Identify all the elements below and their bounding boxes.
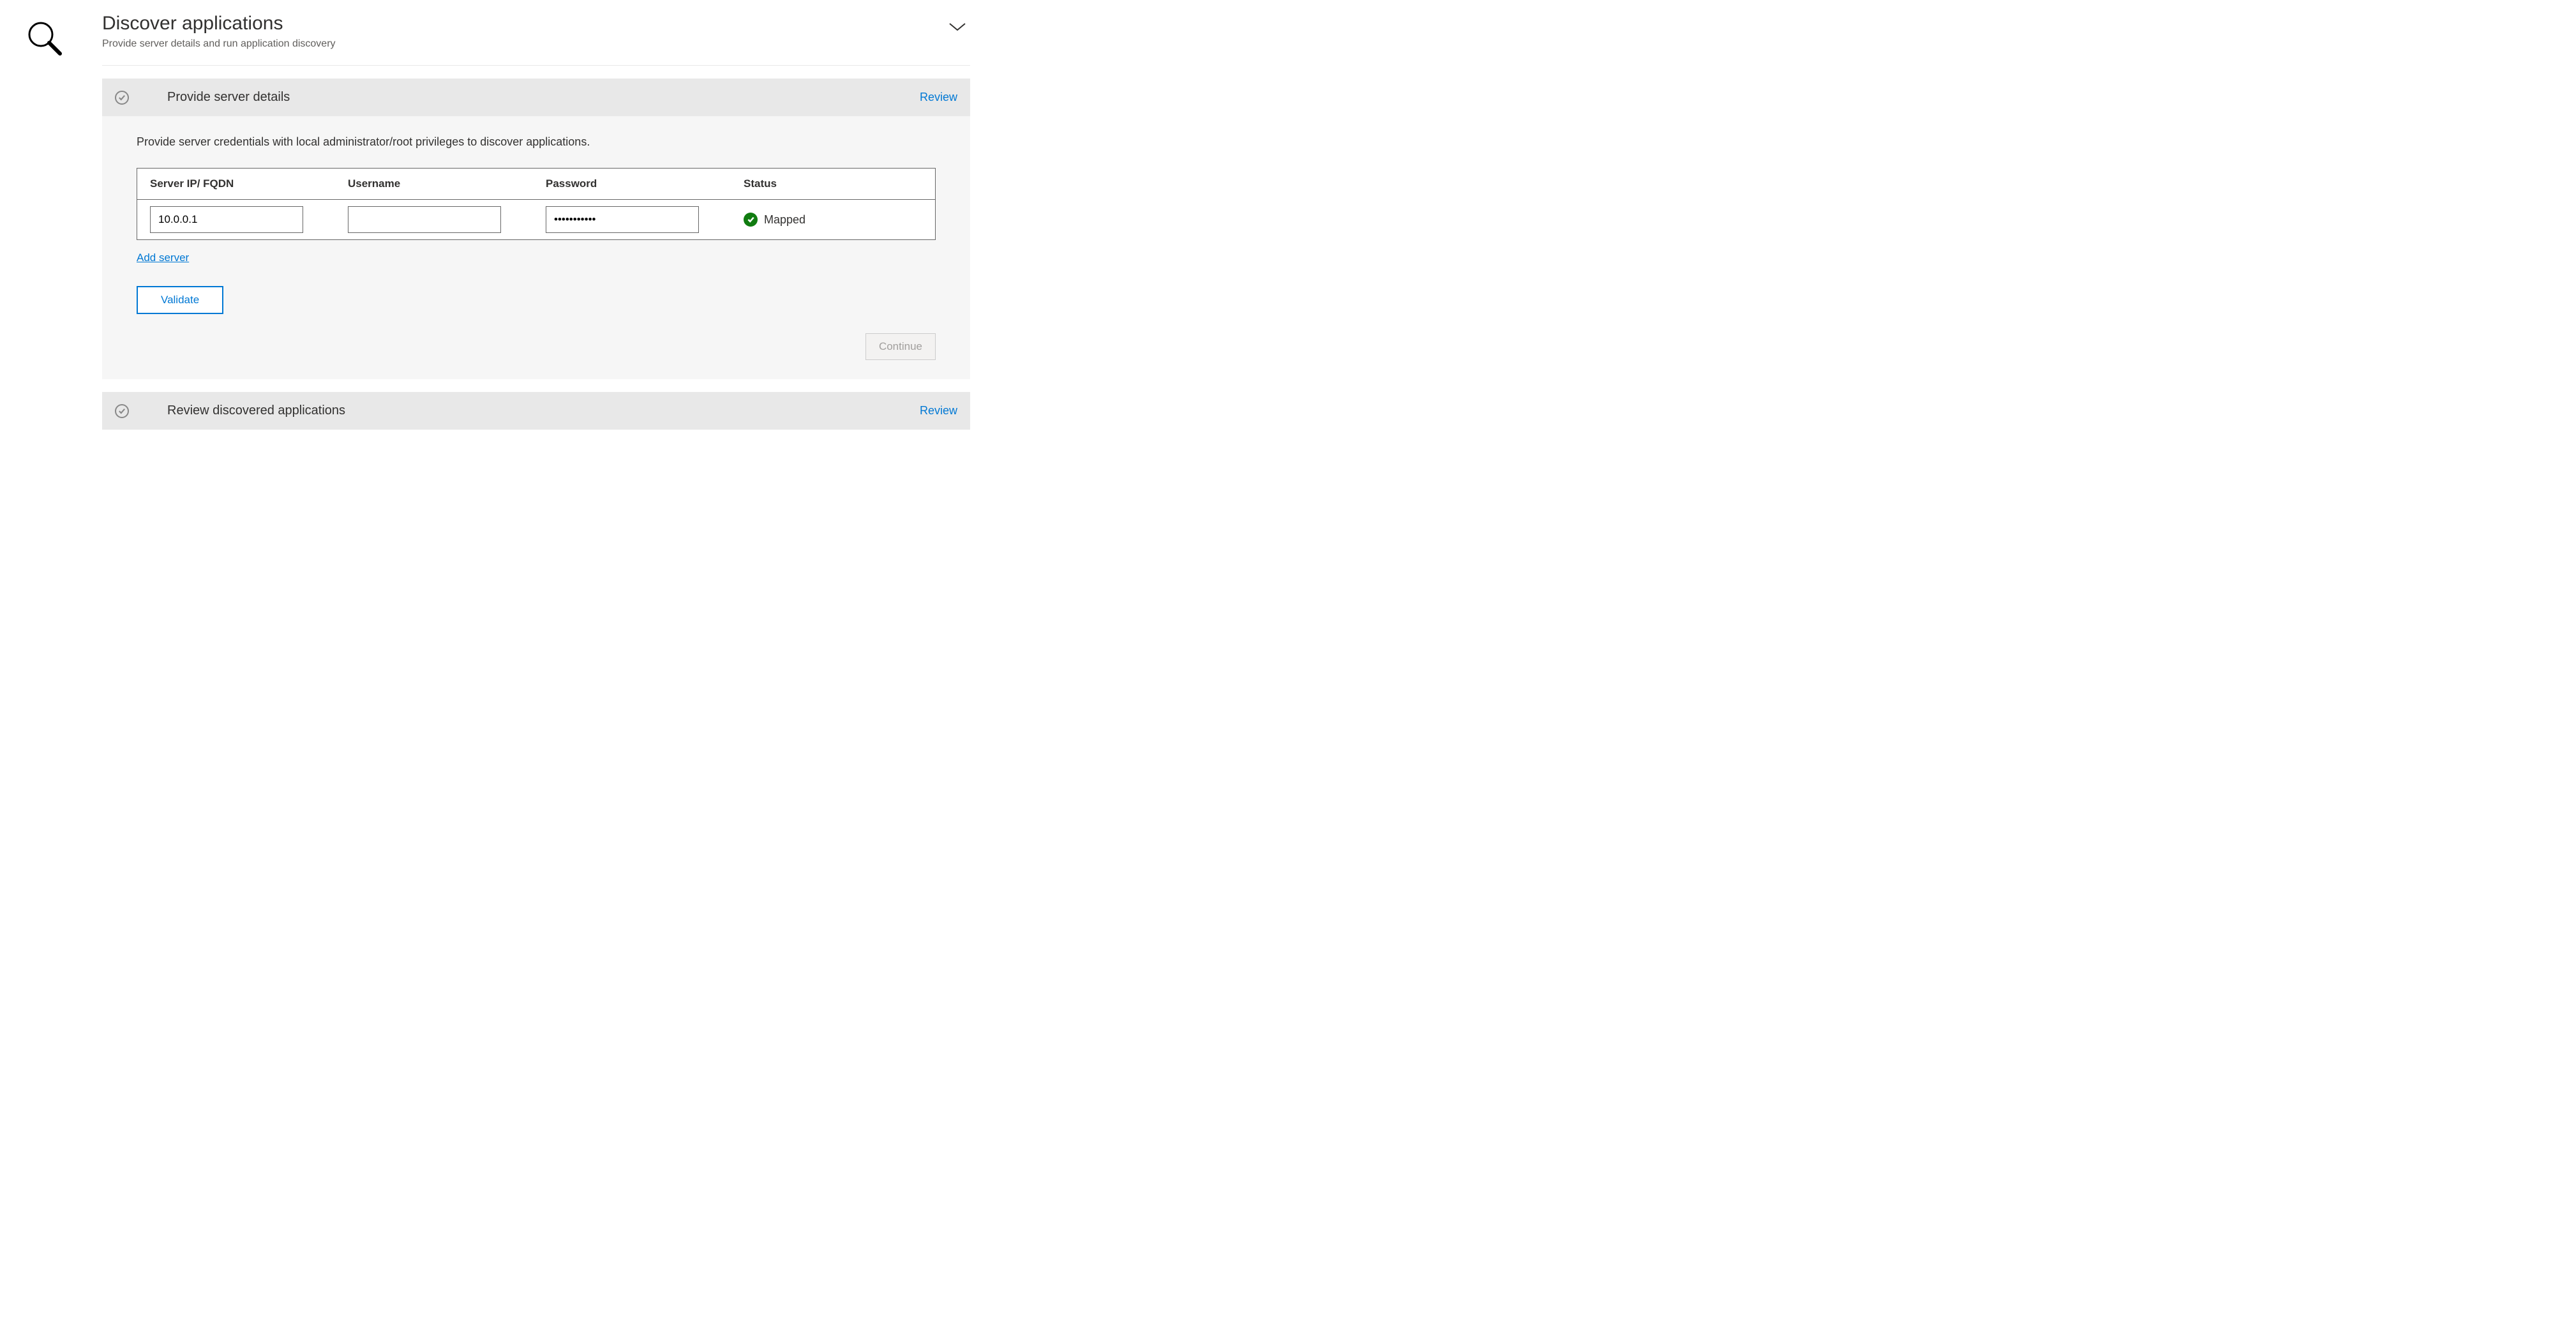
section-title: Provide server details (167, 90, 920, 105)
table-row: Mapped (137, 200, 935, 239)
username-input[interactable] (348, 206, 501, 233)
check-circle-icon (115, 404, 129, 418)
section-description: Provide server credentials with local ad… (137, 135, 936, 149)
continue-button[interactable]: Continue (865, 333, 936, 360)
password-input[interactable] (546, 206, 699, 233)
col-header-username: Username (348, 177, 546, 190)
review-link-provide[interactable]: Review (920, 91, 957, 104)
status-success-icon (744, 213, 758, 227)
page-title: Discover applications (102, 13, 945, 34)
add-server-link[interactable]: Add server (137, 252, 189, 264)
col-header-ip: Server IP/ FQDN (150, 177, 348, 190)
section-header-review: Review discovered applications Review (102, 392, 970, 430)
page-header: Discover applications Provide server det… (102, 13, 970, 66)
col-header-password: Password (546, 177, 744, 190)
chevron-down-icon (948, 22, 966, 32)
validate-button[interactable]: Validate (137, 286, 223, 314)
collapse-toggle[interactable] (945, 13, 970, 44)
review-link-applications[interactable]: Review (920, 404, 957, 418)
section-body-provide: Provide server credentials with local ad… (102, 116, 970, 379)
server-table: Server IP/ FQDN Username Password Status (137, 168, 936, 240)
section-title: Review discovered applications (167, 403, 920, 418)
search-icon (26, 13, 102, 430)
page-subtitle: Provide server details and run applicati… (102, 38, 945, 50)
section-provide-server-details: Provide server details Review Provide se… (102, 79, 970, 379)
status-text: Mapped (764, 213, 805, 227)
table-header: Server IP/ FQDN Username Password Status (137, 169, 935, 200)
server-ip-input[interactable] (150, 206, 303, 233)
check-circle-icon (115, 91, 129, 105)
col-header-status: Status (744, 177, 922, 190)
section-header-provide: Provide server details Review (102, 79, 970, 116)
section-review-applications: Review discovered applications Review (102, 392, 970, 430)
